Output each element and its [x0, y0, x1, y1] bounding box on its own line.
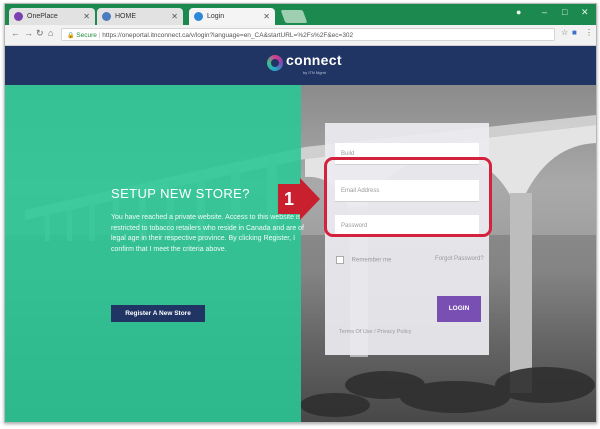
connect-logo-mark-icon	[267, 55, 283, 71]
terms-privacy-links[interactable]: Terms Of Use / Privacy Policy	[339, 329, 411, 335]
close-icon[interactable]: ✕	[263, 8, 270, 25]
login-favicon-icon	[194, 12, 203, 21]
tab-strip: OnePlace ✕ HOME ✕ Login ✕ ● – □ ✕	[5, 4, 596, 25]
connect-logo[interactable]: connect by ITN Mgmt	[267, 52, 341, 80]
checkbox-icon[interactable]	[336, 256, 344, 264]
menu-icon[interactable]: ⋮	[585, 28, 593, 37]
oneplace-favicon-icon	[14, 12, 23, 21]
step-number: 1	[278, 184, 300, 214]
tab-oneplace[interactable]: OnePlace ✕	[9, 8, 95, 25]
extension-icon[interactable]: ■	[572, 28, 577, 37]
login-button[interactable]: LOGIN	[437, 296, 481, 322]
tab-title: Login	[207, 13, 225, 20]
register-new-store-button[interactable]: Register A New Store	[111, 305, 205, 322]
promo-panel: SETUP NEW STORE? You have reached a priv…	[111, 186, 306, 255]
browser-toolbar: ← → ↻ ⌂ 🔒 Secure | https://oneportal.itn…	[5, 25, 596, 46]
close-icon[interactable]: ✕	[171, 8, 178, 25]
promo-body: You have reached a private website. Acce…	[111, 214, 304, 253]
logo-text: connect	[286, 52, 342, 68]
tab-login[interactable]: Login ✕	[189, 8, 275, 25]
home-icon[interactable]: ⌂	[48, 28, 53, 38]
back-icon[interactable]: ←	[11, 28, 20, 38]
remember-me-label: Remember me	[351, 257, 392, 264]
tab-title: OnePlace	[27, 13, 58, 20]
home-favicon-icon	[102, 12, 111, 21]
hero-section: SETUP NEW STORE? You have reached a priv…	[5, 85, 596, 422]
address-bar[interactable]: 🔒 Secure | https://oneportal.itnconnect.…	[61, 28, 555, 41]
forgot-password-link[interactable]: Forgot Password?	[435, 256, 484, 262]
bookmark-star-icon[interactable]: ☆	[561, 28, 568, 37]
logo-subtext: by ITN Mgmt	[303, 70, 326, 75]
site-header: connect by ITN Mgmt	[5, 46, 596, 85]
promo-heading: SETUP NEW STORE?	[111, 186, 250, 201]
step-1-marker: 1	[278, 178, 320, 220]
remember-me-checkbox[interactable]: Remember me	[336, 256, 391, 264]
profile-icon[interactable]: ●	[516, 7, 521, 17]
lock-icon: 🔒	[67, 33, 75, 39]
new-tab-button[interactable]	[280, 10, 308, 23]
tab-title: HOME	[115, 13, 136, 20]
maximize-icon[interactable]: □	[562, 7, 567, 17]
close-window-icon[interactable]: ✕	[581, 7, 589, 18]
secure-label: Secure	[76, 32, 97, 39]
minimize-icon[interactable]: –	[542, 7, 547, 17]
forward-icon[interactable]: →	[24, 28, 33, 38]
close-icon[interactable]: ✕	[83, 8, 90, 25]
reload-icon[interactable]: ↻	[36, 28, 44, 39]
url-text: https://oneportal.itnconnect.ca/v/login?…	[102, 32, 354, 39]
tab-home[interactable]: HOME ✕	[97, 8, 183, 25]
arrow-right-icon	[300, 178, 320, 220]
email-password-highlight	[324, 157, 492, 237]
